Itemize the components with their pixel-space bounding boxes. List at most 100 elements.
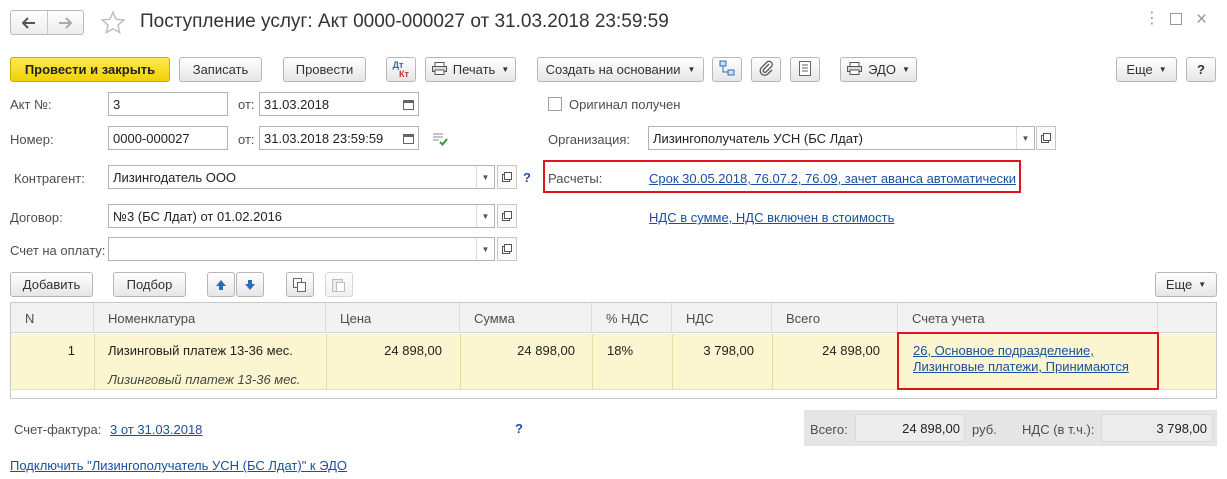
cell-n: 1	[67, 343, 75, 358]
cell-total[interactable]: 24 898,00	[772, 343, 880, 358]
cell-price[interactable]: 24 898,00	[326, 343, 442, 358]
counterparty-label: Контрагент:	[14, 171, 85, 186]
settlements-highlight	[543, 160, 1021, 193]
col-header-total[interactable]: Всего	[772, 303, 898, 333]
back-arrow-icon[interactable]	[11, 11, 48, 34]
col-header-n[interactable]: N	[11, 303, 94, 333]
help-button[interactable]: ?	[1186, 57, 1216, 82]
doc-datetime-value: 31.03.2018 23:59:59	[264, 130, 384, 146]
organization-value: Лизингополучатель УСН (БС Лдат)	[653, 130, 863, 146]
printer-icon	[847, 61, 863, 78]
act-date-label: от:	[238, 97, 255, 112]
calendar-icon[interactable]	[398, 127, 418, 149]
window-maximize-icon[interactable]	[1170, 13, 1182, 25]
col-header-price[interactable]: Цена	[326, 303, 460, 333]
copy-icon	[293, 277, 306, 292]
invoice-help-icon[interactable]: ?	[515, 421, 523, 436]
col-header-vat-rate[interactable]: % НДС	[592, 303, 672, 333]
col-header-vat[interactable]: НДС	[672, 303, 772, 333]
create-based-on-button[interactable]: Создать на основании ▼	[537, 57, 704, 82]
original-received-checkbox[interactable]	[548, 97, 562, 111]
number-value: 0000-000027	[113, 130, 190, 146]
counterparty-field[interactable]: Лизингодатель ООО ▼	[108, 165, 495, 189]
copy-row-button[interactable]	[286, 272, 314, 297]
invoice-for-payment-open-button[interactable]	[497, 237, 517, 261]
paperclip-icon	[759, 60, 773, 79]
cell-item-content[interactable]: Лизинговый платеж 13-36 мес.	[108, 372, 300, 387]
paste-icon	[332, 278, 345, 292]
act-number-field[interactable]: 3	[108, 92, 228, 116]
move-up-button[interactable]	[207, 272, 235, 297]
totals-vat-value: 3 798,00	[1156, 421, 1207, 436]
pick-button[interactable]: Подбор	[113, 272, 186, 297]
table-more-button[interactable]: Еще ▼	[1155, 272, 1217, 297]
chevron-down-icon: ▼	[1198, 280, 1207, 289]
col-header-sum[interactable]: Сумма	[460, 303, 592, 333]
list-icon	[799, 60, 811, 79]
organization-open-button[interactable]	[1036, 126, 1056, 150]
open-icon	[502, 244, 512, 254]
window-menu-icon[interactable]: ⋮	[1144, 11, 1160, 27]
list-button[interactable]	[790, 57, 820, 82]
invoice-for-payment-field[interactable]: ▼	[108, 237, 495, 261]
counterparty-help-icon[interactable]: ?	[523, 170, 531, 185]
totals-currency: руб.	[972, 422, 997, 437]
calendar-icon[interactable]	[398, 93, 418, 115]
favorite-star-icon[interactable]	[100, 10, 126, 39]
add-row-button[interactable]: Добавить	[10, 272, 93, 297]
cell-vat[interactable]: 3 798,00	[672, 343, 754, 358]
more-label: Еще	[1126, 62, 1153, 77]
original-received-label: Оригинал получен	[569, 97, 681, 112]
contract-field[interactable]: №3 (БС Лдат) от 01.02.2016 ▼	[108, 204, 495, 228]
chevron-down-icon[interactable]: ▼	[476, 205, 494, 227]
printer-icon	[431, 61, 447, 78]
vat-mode-link[interactable]: НДС в сумме, НДС включен в стоимость	[649, 210, 894, 225]
col-header-item[interactable]: Номенклатура	[94, 303, 326, 333]
chevron-down-icon[interactable]: ▼	[1016, 127, 1034, 149]
post-and-close-button[interactable]: Провести и закрыть	[10, 57, 170, 82]
table-more-label: Еще	[1165, 277, 1193, 292]
cell-vat-rate[interactable]: 18%	[607, 343, 633, 358]
totals-vat-label: НДС (в т.ч.):	[1022, 422, 1095, 437]
page-title: Поступление услуг: Акт 0000-000027 от 31…	[140, 11, 669, 32]
chevron-down-icon[interactable]: ▼	[476, 238, 494, 260]
arrow-down-icon	[245, 279, 255, 290]
counterparty-open-button[interactable]	[497, 165, 517, 189]
forward-arrow-icon[interactable]	[48, 11, 84, 34]
edit-check-icon[interactable]	[432, 132, 448, 149]
invoice-link[interactable]: 3 от 31.03.2018	[110, 422, 202, 437]
doc-datetime-label: от:	[238, 132, 255, 147]
chevron-down-icon: ▼	[501, 65, 510, 74]
connect-edo-link[interactable]: Подключить "Лизингополучатель УСН (БС Лд…	[10, 458, 347, 473]
dt-kt-button[interactable]: Дт Кт	[386, 57, 416, 82]
paste-row-button[interactable]	[325, 272, 353, 297]
counterparty-value: Лизингодатель ООО	[113, 169, 237, 185]
number-field[interactable]: 0000-000027	[108, 126, 228, 150]
print-label: Печать	[452, 62, 496, 77]
number-label: Номер:	[10, 132, 54, 147]
cell-item[interactable]: Лизинговый платеж 13-36 мес.	[108, 343, 293, 358]
chevron-down-icon[interactable]: ▼	[476, 166, 494, 188]
structure-button[interactable]	[712, 57, 742, 82]
more-button[interactable]: Еще ▼	[1116, 57, 1177, 82]
col-header-accounts[interactable]: Счета учета	[898, 303, 1158, 333]
attach-button[interactable]	[751, 57, 781, 82]
edo-label: ЭДО	[868, 62, 896, 77]
organization-field[interactable]: Лизингополучатель УСН (БС Лдат) ▼	[648, 126, 1035, 150]
structure-icon	[719, 60, 735, 79]
doc-datetime-field[interactable]: 31.03.2018 23:59:59	[259, 126, 419, 150]
totals-total-value: 24 898,00	[902, 421, 960, 436]
act-date-field[interactable]: 31.03.2018	[259, 92, 419, 116]
act-date-value: 31.03.2018	[264, 96, 330, 112]
save-button[interactable]: Записать	[179, 57, 262, 82]
move-down-button[interactable]	[236, 272, 264, 297]
post-button[interactable]: Провести	[283, 57, 366, 82]
edo-button[interactable]: ЭДО ▼	[840, 57, 917, 82]
contract-open-button[interactable]	[497, 204, 517, 228]
cell-sum[interactable]: 24 898,00	[460, 343, 575, 358]
open-icon	[502, 211, 512, 221]
invoice-for-payment-label: Счет на оплату:	[10, 243, 106, 258]
print-button[interactable]: Печать ▼	[425, 57, 516, 82]
nav-buttons	[10, 10, 84, 35]
window-close-icon[interactable]: ×	[1196, 9, 1207, 31]
